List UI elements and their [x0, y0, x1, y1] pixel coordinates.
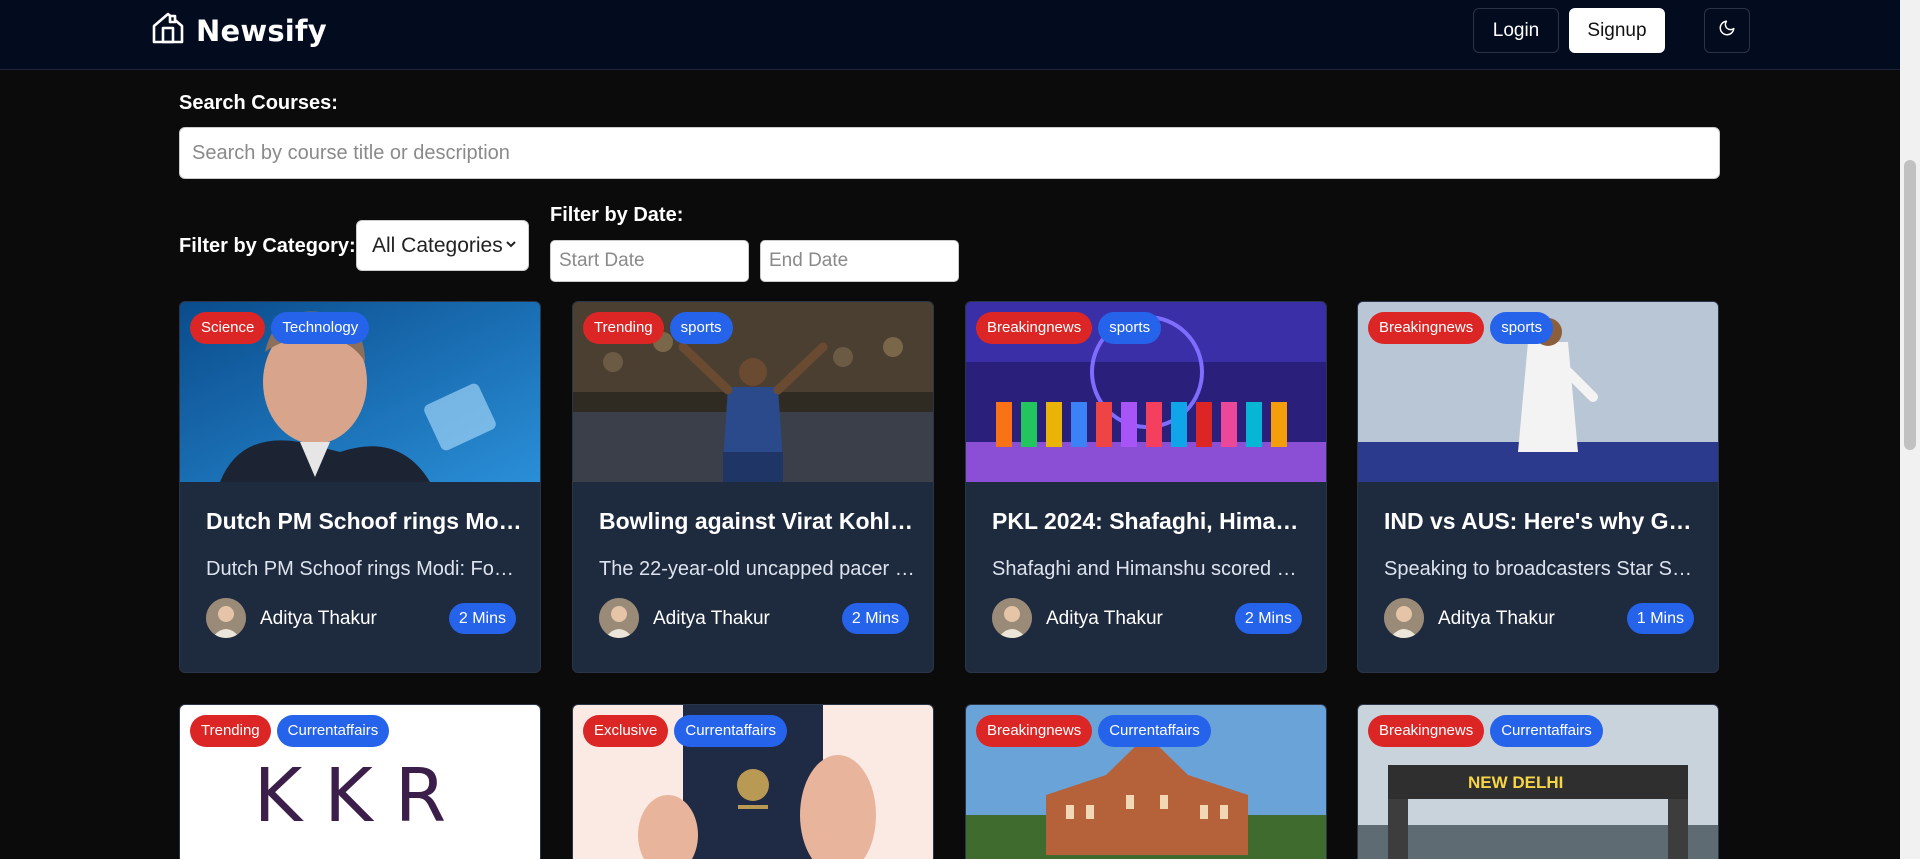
- avatar: [992, 598, 1032, 638]
- card-title[interactable]: Bowling against Virat Kohli was a dream: [599, 508, 915, 535]
- navbar: Newsify Login Signup: [0, 0, 1900, 70]
- news-card[interactable]: NEW DELHI Breakingnews Currentaffairs: [1357, 704, 1719, 859]
- card-description: Dutch PM Schoof rings Modi: Focus on tie…: [206, 558, 522, 580]
- card-tags: Science Technology: [190, 312, 370, 344]
- category-tag[interactable]: Trending: [190, 715, 271, 747]
- category-tag[interactable]: Currentaffairs: [1490, 715, 1603, 747]
- search-label: Search Courses:: [179, 92, 338, 114]
- read-time-badge: 2 Mins: [841, 603, 909, 634]
- author-name: Aditya Thakur: [1438, 608, 1555, 629]
- signup-button[interactable]: Signup: [1569, 8, 1665, 53]
- news-card[interactable]: Breakingnews sports PKL 2024: Shafaghi, …: [965, 301, 1327, 673]
- category-tag[interactable]: Breakingnews: [976, 312, 1093, 344]
- card-description: Speaking to broadcasters Star Sports aft…: [1384, 558, 1700, 580]
- news-card[interactable]: Breakingnews sports IND vs AUS: Here's w…: [1357, 301, 1719, 673]
- category-filter-label: Filter by Category:: [179, 235, 356, 257]
- news-card[interactable]: Exclusive Currentaffairs: [572, 704, 934, 859]
- avatar: [1384, 598, 1424, 638]
- card-title[interactable]: IND vs AUS: Here's why Gambhir left earl…: [1384, 508, 1700, 535]
- brand-name: Newsify: [196, 13, 327, 48]
- category-tag[interactable]: Exclusive: [583, 715, 669, 747]
- date-filter-label: Filter by Date:: [550, 204, 684, 226]
- read-time-badge: 2 Mins: [448, 603, 516, 634]
- page-scrollbar[interactable]: [1900, 0, 1920, 859]
- brand-link[interactable]: Newsify: [150, 10, 327, 51]
- author-name: Aditya Thakur: [260, 608, 377, 629]
- news-card[interactable]: Trending sports Bowling against Virat Ko…: [572, 301, 934, 673]
- category-tag[interactable]: sports: [669, 312, 733, 344]
- author-name: Aditya Thakur: [1046, 608, 1163, 629]
- category-select-value: All Categories: [372, 233, 503, 257]
- new-delhi-sign-text: NEW DELHI: [1468, 773, 1564, 792]
- card-description: Shafaghi and Himanshu scored Super 10s: [992, 558, 1308, 580]
- card-tags: Breakingnews sports: [1368, 312, 1554, 344]
- card-tags: Breakingnews Currentaffairs: [976, 715, 1211, 747]
- category-tag[interactable]: Currentaffairs: [1098, 715, 1211, 747]
- card-tags: Breakingnews Currentaffairs: [1368, 715, 1603, 747]
- category-tag[interactable]: Currentaffairs: [674, 715, 787, 747]
- news-card[interactable]: Science Technology Dutch PM Schoof rings…: [179, 301, 541, 673]
- card-tags: Trending Currentaffairs: [190, 715, 390, 747]
- card-tags: Exclusive Currentaffairs: [583, 715, 787, 747]
- category-tag[interactable]: Science: [190, 312, 266, 344]
- category-tag[interactable]: sports: [1490, 312, 1554, 344]
- category-select[interactable]: All Categories: [356, 220, 529, 271]
- kkr-logo-text: KKR: [253, 753, 469, 839]
- login-button[interactable]: Login: [1473, 8, 1559, 53]
- category-tag[interactable]: sports: [1098, 312, 1162, 344]
- chevron-down-icon: [504, 236, 518, 262]
- read-time-badge: 1 Mins: [1626, 603, 1694, 634]
- start-date-input[interactable]: [550, 240, 749, 282]
- news-card[interactable]: KKR Trending Currentaffairs: [179, 704, 541, 859]
- card-tags: Trending sports: [583, 312, 733, 344]
- avatar: [599, 598, 639, 638]
- card-description: The 22-year-old uncapped pacer from Sri …: [599, 558, 915, 580]
- theme-toggle-button[interactable]: [1704, 8, 1750, 53]
- category-tag[interactable]: Currentaffairs: [276, 715, 390, 747]
- category-tag[interactable]: Breakingnews: [1368, 312, 1485, 344]
- scrollbar-thumb[interactable]: [1904, 160, 1916, 450]
- read-time-badge: 2 Mins: [1234, 603, 1302, 634]
- moon-icon: [1718, 19, 1736, 43]
- author-name: Aditya Thakur: [653, 608, 770, 629]
- end-date-input[interactable]: [760, 240, 959, 282]
- category-tag[interactable]: Breakingnews: [1368, 715, 1485, 747]
- news-card[interactable]: Breakingnews Currentaffairs: [965, 704, 1327, 859]
- home-icon: [150, 10, 186, 51]
- category-tag[interactable]: Breakingnews: [976, 715, 1093, 747]
- category-tag[interactable]: Trending: [583, 312, 664, 344]
- card-title[interactable]: Dutch PM Schoof rings Modi: Focus on tra…: [206, 508, 522, 535]
- avatar: [206, 598, 246, 638]
- card-title[interactable]: PKL 2024: Shafaghi, Himanshu star in win: [992, 508, 1308, 535]
- search-input[interactable]: [179, 127, 1720, 179]
- category-tag[interactable]: Technology: [271, 312, 370, 344]
- card-tags: Breakingnews sports: [976, 312, 1162, 344]
